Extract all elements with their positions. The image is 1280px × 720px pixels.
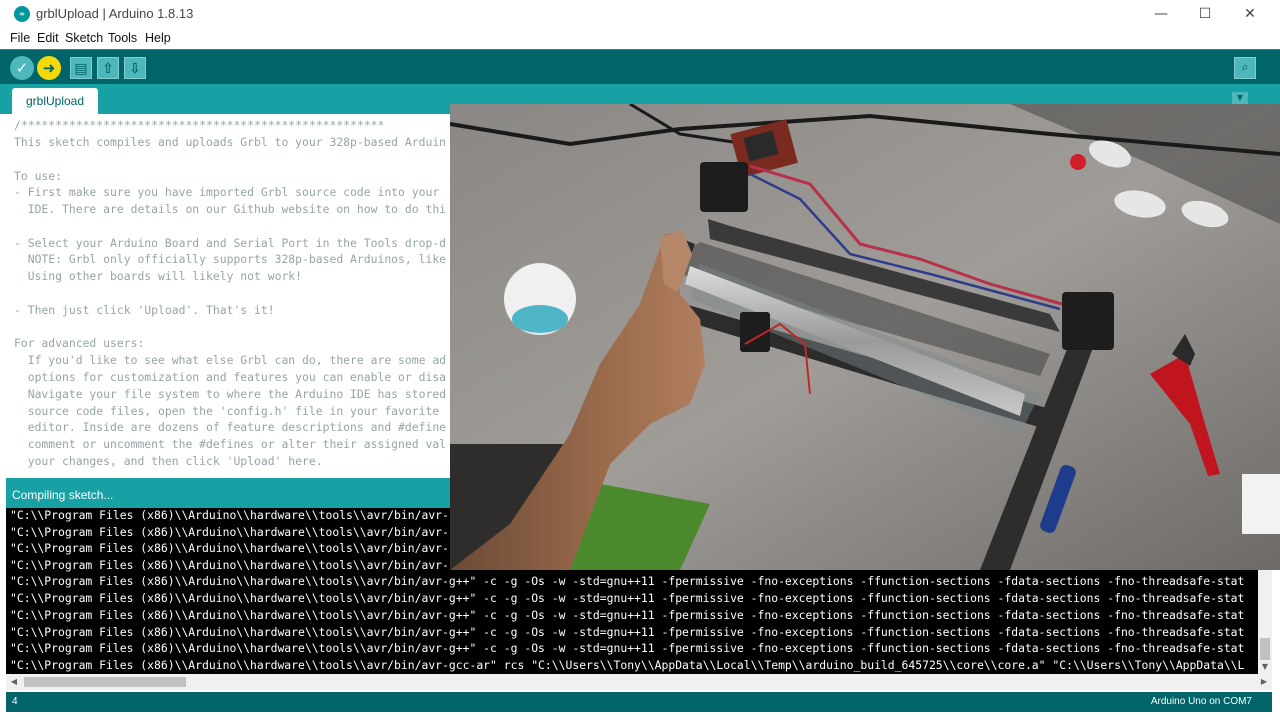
verify-button[interactable]: ✓ <box>10 56 34 80</box>
scroll-right-icon[interactable]: ▶ <box>1256 674 1272 690</box>
open-sketch-button[interactable]: ⇧ <box>97 57 119 79</box>
code-line: - Select your Arduino Board and Serial P… <box>14 236 447 250</box>
vertical-scroll-thumb[interactable] <box>1260 638 1270 660</box>
save-sketch-button[interactable]: ⇩ <box>124 57 146 79</box>
console-line: "C:\\Program Files (x86)\\Arduino\\hardw… <box>10 591 1245 605</box>
console-line: "C:\\Program Files (x86)\\Arduino\\hardw… <box>10 525 449 539</box>
code-line: This sketch compiles and uploads Grbl to… <box>14 135 447 149</box>
scroll-down-icon[interactable]: ▼ <box>1258 660 1272 674</box>
console-line: "C:\\Program Files (x86)\\Arduino\\hardw… <box>10 574 1245 588</box>
code-line: Using other boards will likely not work! <box>14 269 303 283</box>
new-sketch-button[interactable]: ▤ <box>70 57 92 79</box>
scroll-left-icon[interactable]: ◀ <box>6 674 22 690</box>
tab-menu-button[interactable]: ▼ <box>1232 92 1248 104</box>
console-line: "C:\\Program Files (x86)\\Arduino\\hardw… <box>10 625 1245 639</box>
code-line: source code files, open the 'config.h' f… <box>14 404 440 418</box>
console-line: "C:\\Program Files (x86)\\Arduino\\hardw… <box>10 641 1245 655</box>
line-number: 4 <box>12 696 18 707</box>
window-title: grblUpload | Arduino 1.8.13 <box>36 6 194 21</box>
menu-bar: File Edit Sketch Tools Help <box>0 28 1280 49</box>
console-line: "C:\\Program Files (x86)\\Arduino\\hardw… <box>10 658 1245 672</box>
menu-file[interactable]: File <box>10 31 30 45</box>
code-line: For advanced users: <box>14 336 145 350</box>
code-line: options for customization and features y… <box>14 370 447 384</box>
upload-button[interactable]: ➜ <box>37 56 61 80</box>
console-line: "C:\\Program Files (x86)\\Arduino\\hardw… <box>10 508 449 522</box>
maximize-button[interactable]: ☐ <box>1182 0 1228 28</box>
footer-bar: 4 Arduino Uno on COM7 <box>6 692 1272 712</box>
code-line: comment or uncomment the #defines or alt… <box>14 437 447 451</box>
board-port-label: Arduino Uno on COM7 <box>1150 696 1252 707</box>
menu-edit[interactable]: Edit <box>37 31 59 45</box>
arduino-logo-icon: ∞ <box>14 6 30 22</box>
code-line: - Then just click 'Upload'. That's it! <box>14 303 275 317</box>
tab-grblupload[interactable]: grblUpload <box>12 88 98 114</box>
code-line: editor. Inside are dozens of feature des… <box>14 420 447 434</box>
menu-tools[interactable]: Tools <box>108 31 137 45</box>
console-line: "C:\\Program Files (x86)\\Arduino\\hardw… <box>10 608 1245 622</box>
code-line: IDE. There are details on our Github web… <box>14 202 447 216</box>
code-line: your changes, and then click 'Upload' he… <box>14 454 323 468</box>
title-bar: ∞ grblUpload | Arduino 1.8.13 — ☐ ✕ <box>0 0 1280 28</box>
menu-help[interactable]: Help <box>145 31 171 45</box>
horizontal-scroll-thumb[interactable] <box>24 677 186 687</box>
status-text: Compiling sketch... <box>12 488 114 502</box>
code-line: - First make sure you have imported Grbl… <box>14 185 440 199</box>
code-line: /***************************************… <box>14 118 385 132</box>
code-line: To use: <box>14 169 63 183</box>
code-line: Navigate your file system to where the A… <box>14 387 447 401</box>
close-button[interactable]: ✕ <box>1227 0 1273 28</box>
video-overlay <box>450 104 1280 570</box>
console-line: "C:\\Program Files (x86)\\Arduino\\hardw… <box>10 558 449 572</box>
video-frame-image <box>450 104 1280 570</box>
code-line: NOTE: Grbl only officially supports 328p… <box>14 252 447 266</box>
minimize-button[interactable]: — <box>1138 0 1184 28</box>
menu-sketch[interactable]: Sketch <box>65 31 103 45</box>
code-line: If you'd like to see what else Grbl can … <box>14 353 447 367</box>
console-horizontal-scrollbar[interactable]: ◀ ▶ <box>6 674 1272 690</box>
serial-monitor-button[interactable]: ⌕ <box>1234 57 1256 79</box>
console-line: "C:\\Program Files (x86)\\Arduino\\hardw… <box>10 541 449 555</box>
toolbar: ✓ ➜ ▤ ⇧ ⇩ ⌕ <box>0 49 1280 84</box>
